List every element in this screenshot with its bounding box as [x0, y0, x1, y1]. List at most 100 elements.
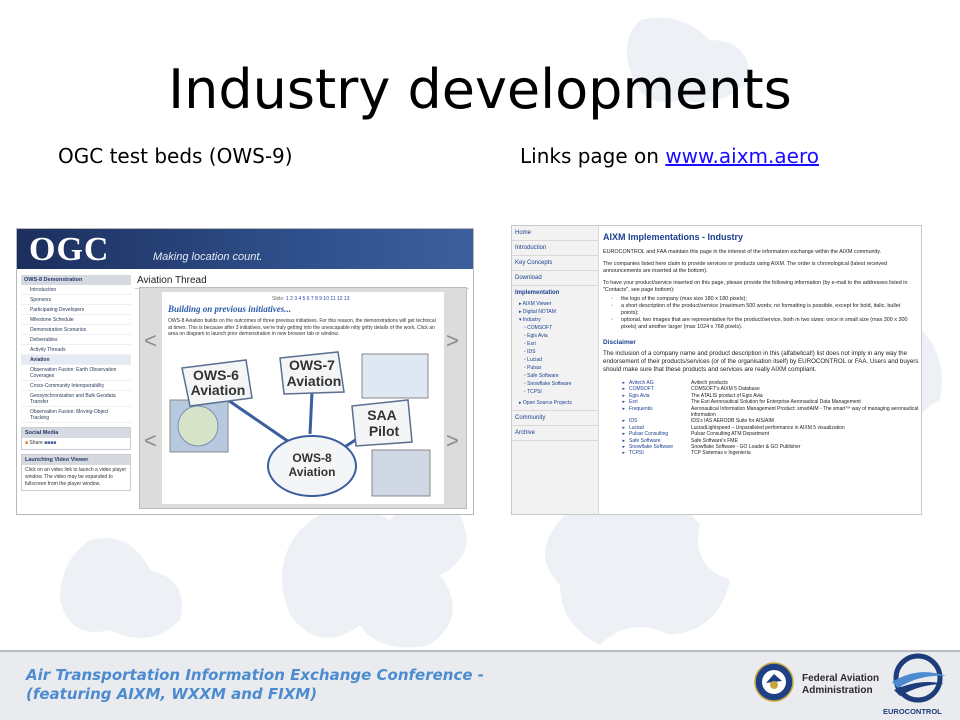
prev-arrow-icon[interactable]: <	[144, 428, 157, 454]
ogc-sidebar-item[interactable]: Demonstration Scenarios	[21, 325, 131, 335]
prev-arrow-icon[interactable]: <	[144, 328, 157, 354]
ogc-logo: OGC	[29, 231, 110, 268]
company-link[interactable]: TCPSI	[629, 450, 691, 456]
map-radar-icon	[177, 405, 219, 447]
saa-line2: Pilot	[369, 423, 400, 439]
nav-download[interactable]: Download	[512, 271, 598, 286]
share-icon: ■	[25, 440, 29, 446]
nav-open-source-label: Open Source Projects	[522, 400, 572, 406]
nav-company-label: IDS	[527, 349, 536, 355]
bullet-icon: ▸	[622, 405, 625, 412]
ogc-screenshot: OGC Making location count. OWS-8 Demonst…	[16, 228, 474, 515]
share-label: Share	[29, 440, 43, 446]
aixm-link[interactable]: www.aixm.aero	[665, 144, 819, 168]
slide-pager[interactable]: Slide: 1 2 3 4 5 6 7 8 9 10 11 12 13	[272, 296, 349, 302]
aixm-main: AIXM Implementations - Industry EUROCONT…	[603, 230, 919, 457]
ogc-banner: OGC Making location count.	[17, 229, 473, 269]
aixm-bullet: optional, two images that are representa…	[603, 317, 919, 331]
social-icons: ■■■■	[44, 440, 57, 446]
next-arrow-icon[interactable]: >	[446, 328, 459, 354]
company-list: ▸ Avitech AG Avitech products ▸ COMSOFT COMS…	[603, 380, 919, 457]
nav-sub-item[interactable]: ▸ AIXM Viewer	[512, 300, 598, 308]
ogc-sidebar-item[interactable]: Cross-Community Interoperability	[21, 381, 131, 391]
pager-label: Slide:	[272, 296, 285, 302]
nav-company-label: Safe Software	[527, 373, 559, 379]
nav-key-concepts[interactable]: Key Concepts	[512, 256, 598, 271]
nav-company[interactable]: ▫ Egis Avia	[512, 332, 598, 340]
nav-introduction[interactable]: Introduction	[512, 241, 598, 256]
eurocontrol-wordmark: EUROCONTROL	[883, 707, 942, 716]
nav-sub-label: Digital NOTAM	[522, 309, 556, 315]
slide-title: Industry developments	[168, 58, 792, 121]
map-thumbnail-bottom	[371, 449, 431, 497]
disclaimer-text: The inclusion of a company name and prod…	[603, 350, 919, 373]
ows-diagram[interactable]: OWS-6 Aviation OWS-7 Aviation SAA Pilot …	[162, 350, 444, 504]
share-button[interactable]: ■ Share ■■■■	[22, 438, 130, 449]
ows8-line1: OWS-8	[292, 451, 332, 465]
nav-company[interactable]: ▫ Snowflake Software	[512, 380, 598, 388]
nav-company[interactable]: ▫ Safe Software	[512, 372, 598, 380]
nav-implementation[interactable]: Implementation	[512, 286, 598, 300]
social-media-box: Social Media ■ Share ■■■■	[21, 427, 131, 450]
ogc-sidebar-item[interactable]: Observation Fusion: Moving-Object Tracki…	[21, 407, 131, 423]
nav-home[interactable]: Home	[512, 226, 598, 241]
nav-sub-label: Industry	[522, 317, 541, 323]
nav-company[interactable]: ▫ IDS	[512, 348, 598, 356]
aixm-paragraph: The companies listed here claim to provi…	[603, 261, 887, 274]
ogc-sidebar-item[interactable]: Geosynchronization and Bulk Geodata Tran…	[21, 391, 131, 407]
slide-heading: Building on previous initiatives...	[168, 304, 292, 314]
nav-company[interactable]: ▫ Esri	[512, 340, 598, 348]
pager-numbers[interactable]: 1 2 3 4 5 6 7 8 9 10 11 12 13	[286, 296, 350, 302]
saa-line1: SAA	[367, 407, 397, 423]
video-viewer-text: Click on an video link to launch a video…	[25, 467, 127, 487]
ows7-line2: Aviation	[287, 373, 342, 389]
ogc-sidebar-item[interactable]: Sponsors	[21, 295, 131, 305]
faa-name: Federal Aviation Administration	[802, 673, 879, 697]
conference-line-1: Air Transportation Information Exchange …	[26, 666, 484, 684]
ogc-sidebar-item[interactable]: Deliverables	[21, 335, 131, 345]
nav-archive[interactable]: Archive	[512, 426, 598, 441]
aixm-bullet: the logo of the company (max size 180 x …	[603, 296, 919, 303]
company-row: ▸ TCPSI TCP Sistemas e Ingeniería	[603, 450, 919, 456]
ogc-sidebar-item[interactable]: Milestone Schedule	[21, 315, 131, 325]
nav-company[interactable]: ▫ Luciad	[512, 356, 598, 364]
nav-company[interactable]: ▫ TCPSI	[512, 388, 598, 396]
arrow-ows7	[308, 391, 314, 435]
faa-seal-icon	[754, 662, 794, 702]
company-desc: Aeronautical Information Management Prod…	[691, 405, 919, 419]
aixm-nav: Home Introduction Key Concepts Download …	[512, 226, 599, 514]
nav-company[interactable]: ▫ COMSOFT	[512, 324, 598, 332]
nav-open-source[interactable]: ▸ Open Source Projects	[512, 396, 598, 411]
arrow-ows6	[221, 394, 293, 446]
ogc-main: Aviation Thread < < > > Slide: 1 2 3 4 5…	[135, 273, 469, 511]
nav-company-label: Pulsar	[527, 365, 542, 371]
nav-sub-item[interactable]: ▸ Digital NOTAM	[512, 308, 598, 316]
ogc-sidebar-item-aviation[interactable]: Aviation	[21, 355, 131, 365]
aixm-screenshot: Home Introduction Key Concepts Download …	[511, 225, 922, 515]
nav-community[interactable]: Community	[512, 411, 598, 426]
slide-text: OWS-8 Aviation builds on the outcomes of…	[168, 318, 436, 337]
ows6-line2: Aviation	[191, 382, 246, 398]
company-link[interactable]: Frequentis	[629, 406, 691, 419]
video-viewer-heading: Launching Video Viewer	[22, 455, 130, 465]
map-thumbnail-top	[361, 353, 429, 399]
nav-company[interactable]: ▫ Pulsar	[512, 364, 598, 372]
ows7-line1: OWS-7	[289, 357, 335, 373]
ogc-sidebar-item[interactable]: Activity Threads	[21, 345, 131, 355]
right-caption-prefix: Links page on	[520, 144, 666, 168]
bullet-icon: ▸	[622, 450, 625, 457]
next-arrow-icon[interactable]: >	[446, 428, 459, 454]
aixm-paragraph: EUROCONTROL and FAA maintain this page i…	[603, 249, 882, 255]
aixm-paragraph: To have your product/service inserted on…	[603, 280, 908, 293]
ogc-sidebar-item[interactable]: Introduction	[21, 285, 131, 295]
nav-company-label: COMSOFT	[527, 325, 553, 331]
ows6-line1: OWS-6	[193, 367, 239, 383]
nav-sub-item[interactable]: ▾ Industry	[512, 316, 598, 324]
company-desc: TCP Sistemas e Ingeniería	[691, 450, 751, 457]
aixm-bullet: a short description of the product/servi…	[603, 303, 919, 317]
nav-company-label: TCPSI	[527, 389, 542, 395]
ogc-sidebar-item[interactable]: Observation Fusion: Earth Observation Co…	[21, 365, 131, 381]
ogc-sidebar-heading: OWS-8 Demonstration	[21, 275, 131, 285]
disclaimer-title: Disclaimer	[603, 339, 636, 346]
ogc-sidebar-item[interactable]: Participating Developers	[21, 305, 131, 315]
